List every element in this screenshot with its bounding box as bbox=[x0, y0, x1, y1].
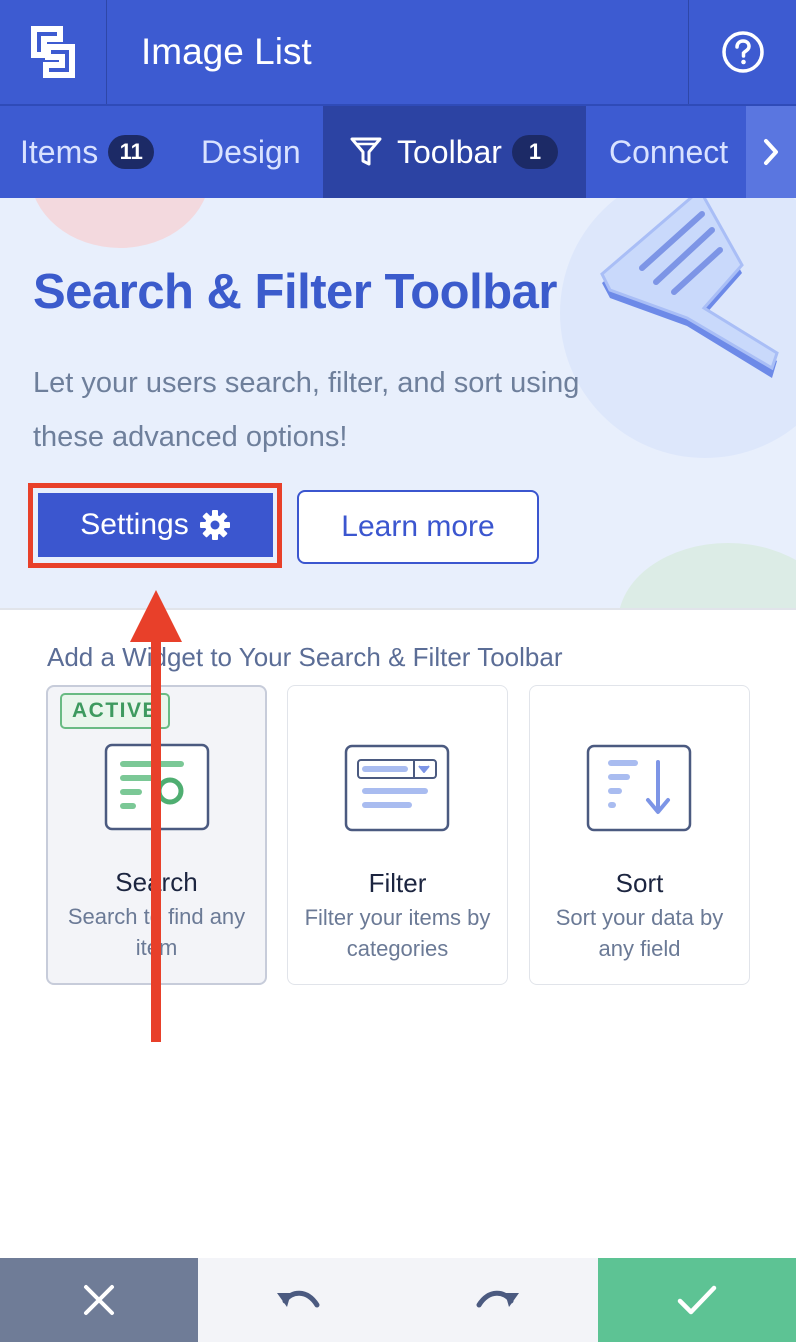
bottom-action-bar bbox=[0, 1258, 796, 1342]
tab-design[interactable]: Design bbox=[176, 106, 323, 198]
page-title: Image List bbox=[107, 0, 689, 104]
logo bbox=[0, 0, 107, 104]
widget-title: Filter bbox=[368, 868, 427, 898]
tab-design-label: Design bbox=[201, 133, 301, 170]
hero-section: Search & Filter Toolbar Let your users s… bbox=[0, 198, 796, 610]
tab-bar: Items 11 Design Toolbar 1 Connect bbox=[0, 106, 796, 198]
widget-card-sort[interactable]: Sort Sort your data by any field bbox=[529, 685, 750, 985]
widget-description: Sort your data by any field bbox=[555, 905, 724, 961]
filter-widget-icon bbox=[344, 744, 450, 832]
help-circle-icon bbox=[721, 31, 764, 73]
tab-toolbar-count-badge: 1 bbox=[511, 135, 558, 169]
tab-items-label: Items bbox=[20, 133, 99, 170]
check-icon bbox=[677, 1285, 717, 1315]
widget-description: Filter your items by categories bbox=[304, 905, 491, 961]
hero-title: Search & Filter Toolbar bbox=[33, 265, 557, 319]
undo-icon bbox=[277, 1290, 320, 1308]
funnel-icon bbox=[350, 137, 382, 166]
learn-more-button[interactable]: Learn more bbox=[297, 490, 539, 564]
close-icon bbox=[84, 1285, 114, 1315]
widgets-heading: Add a Widget to Your Search & Filter Too… bbox=[47, 642, 563, 672]
logo-icon bbox=[31, 26, 75, 78]
tabs-scroll-right-button[interactable] bbox=[746, 106, 796, 198]
widget-title: Sort bbox=[615, 868, 664, 898]
tab-toolbar[interactable]: Toolbar 1 bbox=[323, 106, 586, 198]
tab-connect[interactable]: Connect bbox=[586, 106, 746, 198]
confirm-button[interactable] bbox=[598, 1258, 796, 1342]
redo-button[interactable] bbox=[398, 1258, 598, 1342]
undo-button[interactable] bbox=[198, 1258, 398, 1342]
tab-items[interactable]: Items 11 bbox=[0, 106, 176, 198]
tab-connect-label: Connect bbox=[609, 133, 729, 170]
tab-toolbar-label: Toolbar bbox=[397, 133, 502, 170]
highlight-box bbox=[28, 483, 282, 568]
funnel-illustration-icon bbox=[600, 198, 779, 378]
app-header: Image List bbox=[0, 0, 796, 106]
decorative-blob bbox=[618, 543, 796, 608]
sort-widget-icon bbox=[586, 744, 692, 832]
chevron-right-icon bbox=[764, 139, 778, 165]
decorative-blob bbox=[30, 198, 210, 248]
close-button[interactable] bbox=[0, 1258, 198, 1342]
hero-subtitle: Let your users search, filter, and sort … bbox=[33, 367, 580, 453]
red-arrow-annotation bbox=[130, 590, 182, 1042]
redo-icon bbox=[476, 1290, 519, 1308]
tab-items-count-badge: 11 bbox=[108, 135, 155, 169]
help-button[interactable] bbox=[689, 0, 796, 104]
widget-card-filter[interactable]: Filter Filter your items by categories bbox=[287, 685, 508, 985]
